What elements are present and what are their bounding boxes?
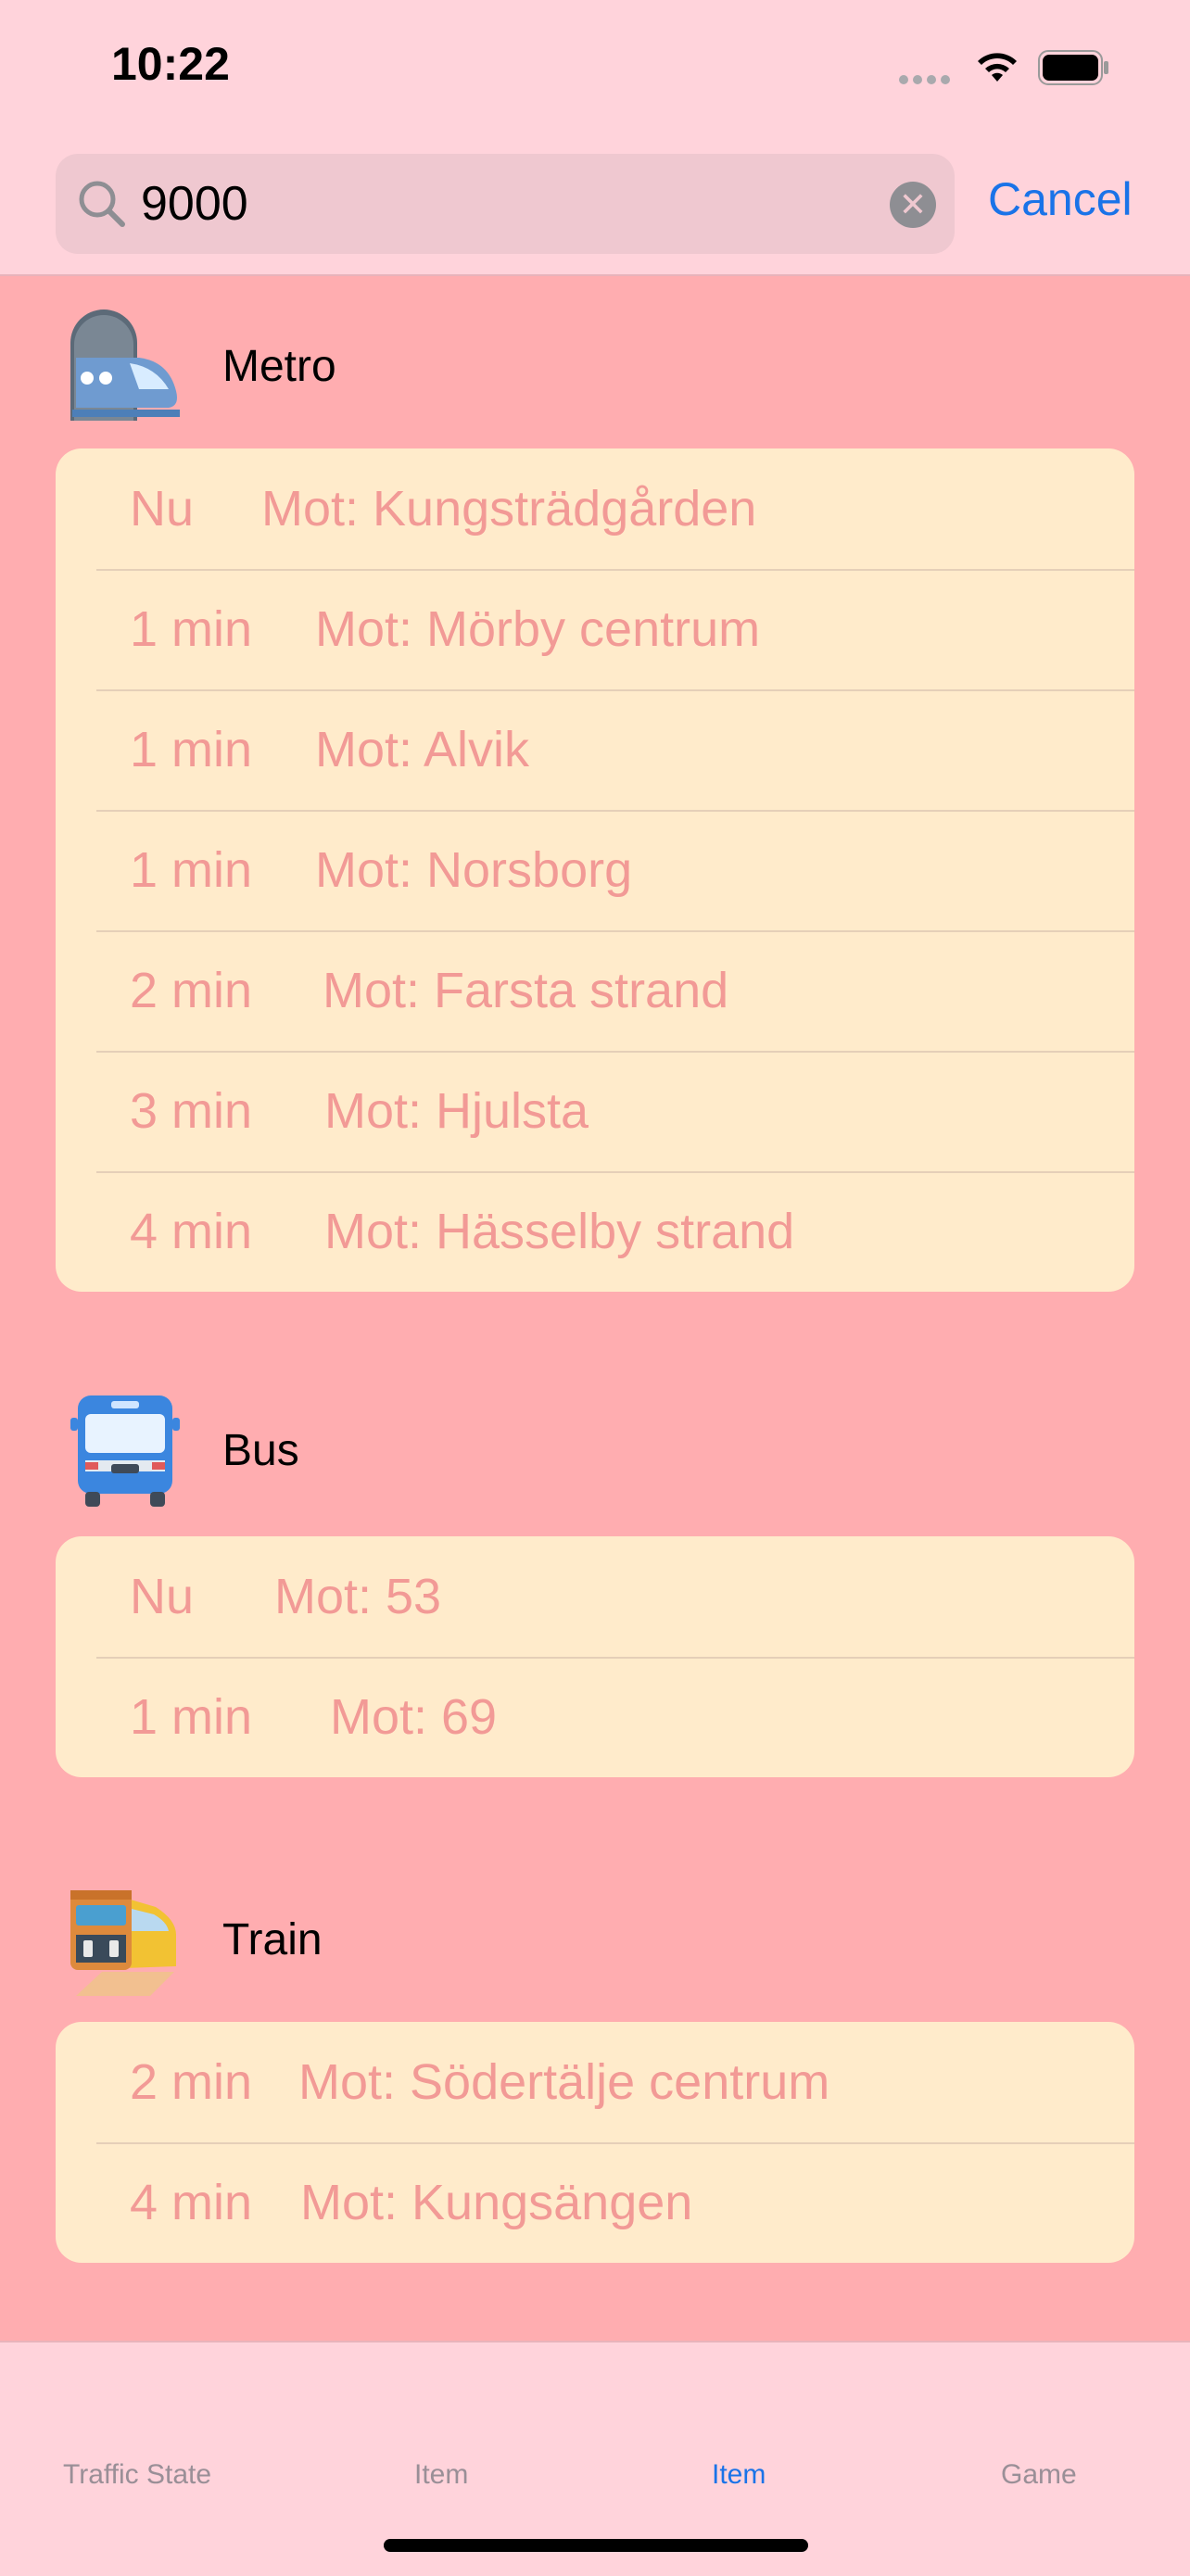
departure-time: 1 min: [130, 601, 253, 657]
tab-item[interactable]: Item: [414, 2459, 468, 2491]
departure-row[interactable]: 1 min Mot: Mörby centrum: [56, 569, 1134, 689]
departure-row[interactable]: 1 min Mot: Alvik: [56, 689, 1134, 810]
departure-row[interactable]: 2 min Mot: Farsta strand: [56, 930, 1134, 1051]
tab-item-active[interactable]: Item: [712, 2459, 766, 2491]
departures-card-bus: Nu Mot: 53 1 min Mot: 69: [56, 1536, 1134, 1777]
search-bar: ✕ Cancel: [0, 139, 1190, 276]
search-icon: [79, 181, 125, 227]
departure-time: 4 min: [130, 1204, 253, 1259]
departure-row[interactable]: 1 min Mot: 69: [56, 1657, 1134, 1777]
tab-game[interactable]: Game: [1001, 2459, 1077, 2491]
departure-destination: Mot: Kungsträdgården: [261, 481, 757, 537]
departures-card-metro: Nu Mot: Kungsträdgården 1 min Mot: Mörby…: [56, 448, 1134, 1292]
departure-row[interactable]: 1 min Mot: Norsborg: [56, 810, 1134, 930]
section-title: Metro: [222, 342, 336, 391]
departure-destination: Mot: Hjulsta: [324, 1083, 589, 1139]
departure-time: Nu: [130, 1569, 195, 1624]
departure-destination: Mot: Södertälje centrum: [298, 2054, 830, 2110]
section-title: Train: [222, 1915, 323, 1964]
departure-time: 3 min: [130, 1083, 253, 1139]
departure-destination: Mot: Hässelby strand: [324, 1204, 795, 1259]
departure-destination: Mot: Kungsängen: [300, 2175, 693, 2230]
departure-row[interactable]: Nu Mot: Kungsträdgården: [56, 448, 1134, 569]
departure-time: 1 min: [130, 1689, 253, 1745]
departures-card-train: 2 min Mot: Södertälje centrum 4 min Mot:…: [56, 2022, 1134, 2263]
battery-icon: [1038, 50, 1108, 85]
train-icon: [70, 1890, 176, 1996]
departure-destination: Mot: Mörby centrum: [315, 601, 761, 657]
search-input[interactable]: [141, 170, 901, 237]
departure-row[interactable]: Nu Mot: 53: [56, 1536, 1134, 1657]
departure-row[interactable]: 4 min Mot: Kungsängen: [56, 2142, 1134, 2263]
departure-time: 4 min: [130, 2175, 253, 2230]
home-indicator: [384, 2539, 808, 2552]
clear-search-icon[interactable]: ✕: [890, 182, 936, 228]
departure-destination: Mot: Alvik: [315, 722, 530, 777]
section-title: Bus: [222, 1426, 299, 1475]
departure-row[interactable]: 3 min Mot: Hjulsta: [56, 1051, 1134, 1171]
signal-icon: [899, 72, 955, 89]
cancel-button[interactable]: Cancel: [988, 172, 1133, 226]
departure-destination: Mot: 69: [330, 1689, 498, 1745]
tab-traffic-state[interactable]: Traffic State: [63, 2459, 211, 2491]
departure-time: 2 min: [130, 2054, 253, 2110]
departure-destination: Mot: 53: [274, 1569, 442, 1624]
departure-time: 1 min: [130, 842, 253, 898]
departure-row[interactable]: 4 min Mot: Hässelby strand: [56, 1171, 1134, 1292]
bus-icon: [70, 1395, 180, 1507]
departure-row[interactable]: 2 min Mot: Södertälje centrum: [56, 2022, 1134, 2142]
search-field[interactable]: ✕: [56, 154, 955, 254]
status-time: 10:22: [111, 38, 230, 90]
metro-train-icon: [70, 309, 180, 421]
departure-time: 1 min: [130, 722, 253, 777]
departure-time: 2 min: [130, 963, 253, 1018]
status-bar: 10:22: [0, 0, 1190, 139]
wifi-icon: [978, 53, 1017, 82]
departure-destination: Mot: Norsborg: [315, 842, 633, 898]
departure-destination: Mot: Farsta strand: [323, 963, 729, 1018]
departure-time: Nu: [130, 481, 195, 537]
